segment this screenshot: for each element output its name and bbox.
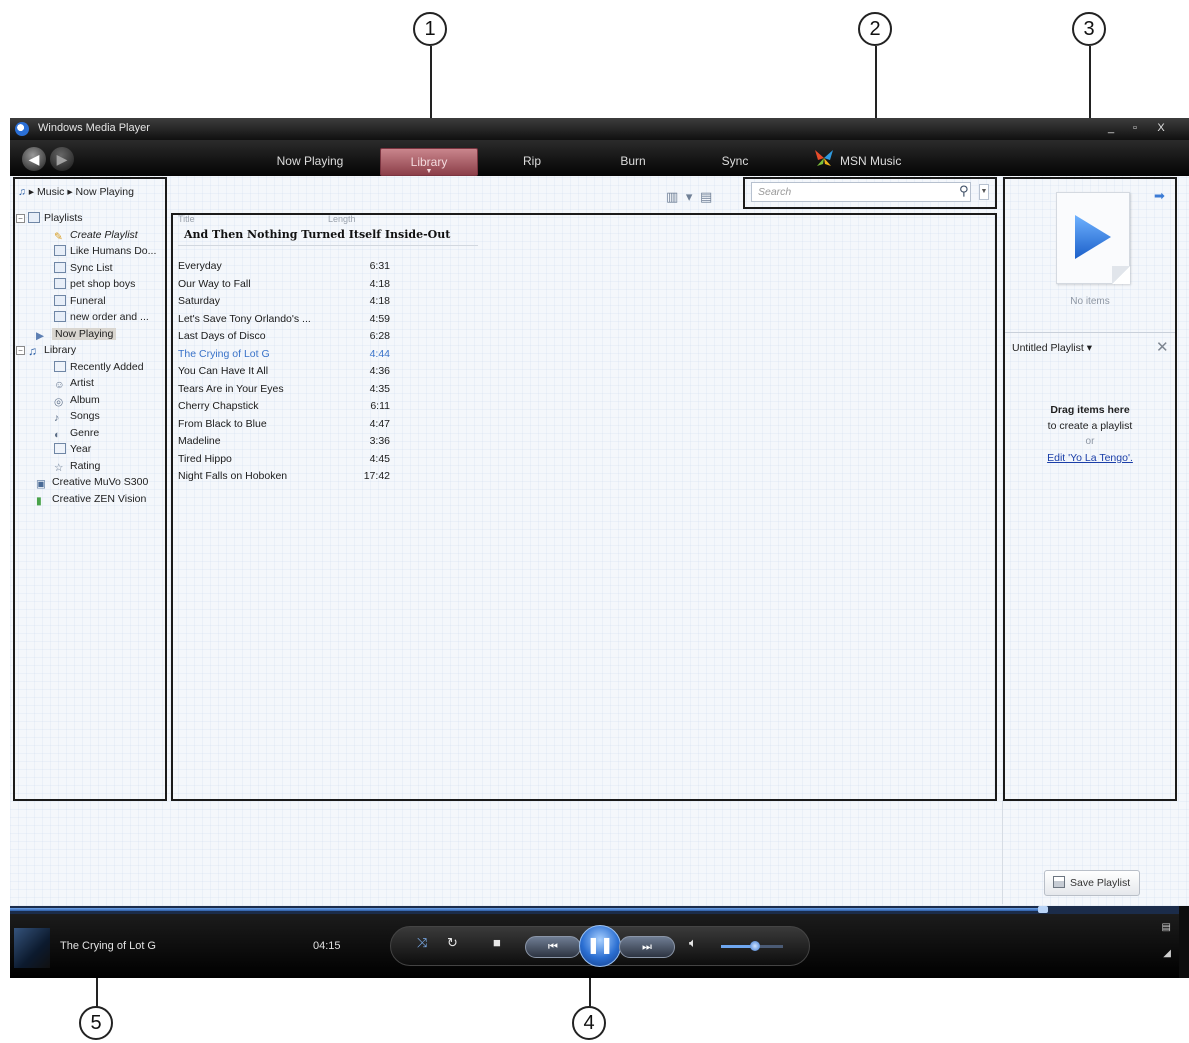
save-disk-icon [1053, 876, 1065, 888]
previous-button[interactable]: ⏮ [525, 936, 581, 958]
seek-thumb[interactable] [1038, 906, 1049, 913]
tab-sync[interactable]: Sync [712, 148, 758, 176]
seek-bar[interactable] [10, 906, 1179, 914]
minimize-button[interactable]: _ [1100, 120, 1122, 137]
navigation-pane-outline [13, 177, 167, 801]
back-button[interactable]: ◀ [22, 147, 46, 171]
window-title: Windows Media Player [38, 122, 150, 134]
transport-cluster: ⤨ ↻ ■ ⏮ ❚❚ ⏭ 🔈︎ [390, 925, 810, 967]
next-button[interactable]: ⏭ [619, 936, 675, 958]
callout-1: 1 [413, 12, 447, 46]
shuffle-icon[interactable]: ⤨ [417, 935, 427, 951]
tab-library-label: Library [410, 155, 448, 169]
pause-button[interactable]: ❚❚ [579, 925, 621, 967]
album-art-thumbnail[interactable] [14, 928, 50, 968]
callout-3: 3 [1072, 12, 1106, 46]
view-options-icon[interactable]: ▥ ▾ ▤ [666, 189, 714, 205]
elapsed-time: 04:15 [313, 940, 341, 952]
volume-slider[interactable] [721, 941, 783, 951]
compact-mode-icon[interactable]: ▤ [1162, 922, 1171, 933]
playback-controls: The Crying of Lot G 04:15 ⤨ ↻ ■ ⏮ ❚❚ ⏭ 🔈… [10, 914, 1179, 978]
close-button[interactable]: X [1150, 120, 1172, 137]
tab-library[interactable]: Library ▼ [380, 148, 478, 176]
callout-5: 5 [79, 1006, 113, 1040]
stop-icon[interactable]: ■ [493, 935, 501, 950]
tab-msn-music[interactable]: MSN Music [840, 148, 920, 176]
seek-progress [10, 908, 1044, 911]
forward-button[interactable]: ▶ [50, 147, 74, 171]
details-pane-outline [171, 213, 997, 801]
callout-2: 2 [858, 12, 892, 46]
volume-mute-icon[interactable]: 🔈︎ [689, 935, 697, 951]
save-playlist-label: Save Playlist [1070, 877, 1131, 889]
now-playing-title: The Crying of Lot G [60, 940, 156, 952]
tab-rip[interactable]: Rip [510, 148, 554, 176]
repeat-icon[interactable]: ↻ [447, 935, 458, 951]
callout-4: 4 [572, 1006, 606, 1040]
search-outline [743, 177, 997, 209]
volume-knob[interactable] [750, 941, 761, 951]
list-pane-outline [1003, 177, 1177, 801]
list-pane-divider [1002, 800, 1003, 904]
save-playlist-button[interactable]: Save Playlist [1044, 870, 1140, 896]
tab-burn[interactable]: Burn [610, 148, 656, 176]
media-player-icon [15, 122, 29, 136]
feature-taskbar: ◀ ▶ Now Playing Library ▼ Rip Burn Sync … [10, 140, 1189, 176]
maximize-button[interactable]: ▫ [1124, 120, 1146, 137]
tab-now-playing[interactable]: Now Playing [268, 148, 352, 176]
resize-grip-icon[interactable]: ◢ [1163, 948, 1171, 959]
msn-butterfly-icon [815, 150, 833, 166]
title-bar: Windows Media Player _ ▫ X [10, 118, 1189, 140]
tab-library-arrow-icon[interactable]: ▼ [381, 168, 477, 176]
